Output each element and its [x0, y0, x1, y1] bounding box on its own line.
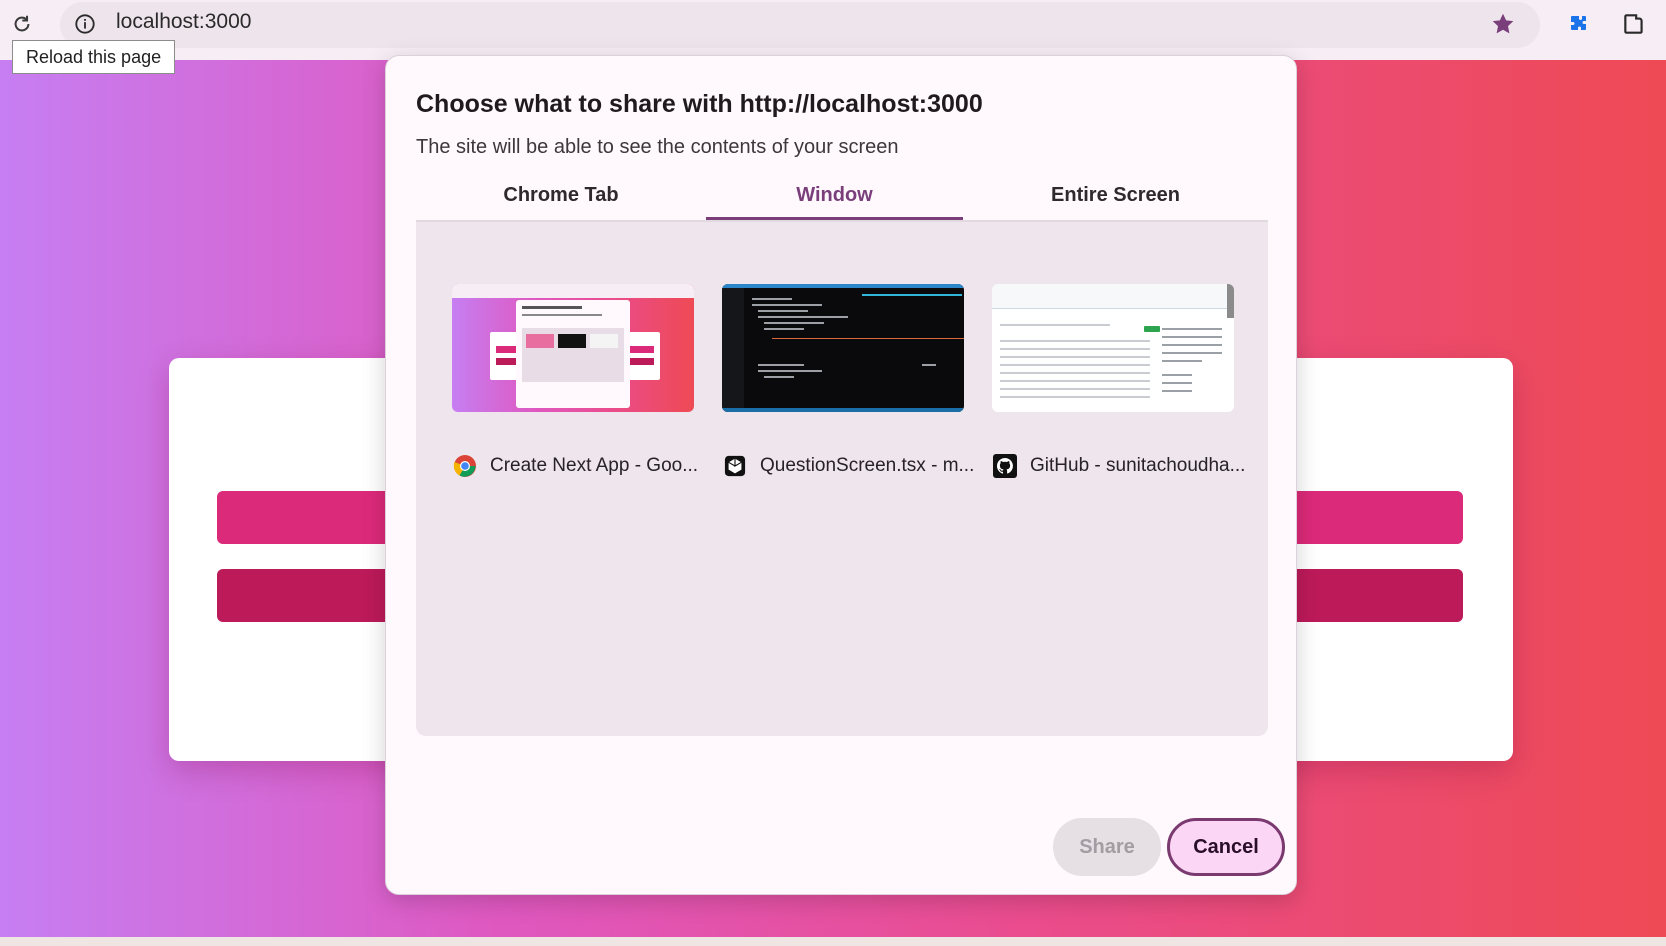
side-panel-icon[interactable]: [1618, 8, 1650, 40]
github-icon: [992, 453, 1018, 479]
window-title: GitHub - sunitachoudha...: [1030, 455, 1246, 476]
window-title: Create Next App - Goo...: [490, 455, 699, 476]
window-tile-create-next-app[interactable]: Create Next App - Goo...: [452, 284, 698, 477]
page-footer-strip: [0, 937, 1666, 946]
window-thumbnail: [722, 284, 964, 412]
url-text[interactable]: localhost:3000: [116, 10, 251, 34]
window-thumbnail: [452, 284, 694, 412]
tab-window[interactable]: Window: [706, 176, 963, 220]
dialog-subtitle: The site will be able to see the content…: [416, 136, 899, 158]
tab-entire-screen[interactable]: Entire Screen: [963, 176, 1268, 220]
tab-chrome-tab[interactable]: Chrome Tab: [416, 176, 706, 220]
chrome-icon: [452, 453, 478, 479]
reload-tooltip: Reload this page: [12, 40, 176, 74]
screen-share-dialog: Choose what to share with http://localho…: [385, 55, 1297, 895]
site-info-icon[interactable]: [72, 11, 98, 37]
share-button[interactable]: Share: [1053, 818, 1161, 876]
address-bar[interactable]: [60, 2, 1540, 48]
cursor-editor-icon: [722, 453, 748, 479]
window-tile-github[interactable]: GitHub - sunitachoudha...: [992, 284, 1245, 478]
reload-icon[interactable]: [6, 8, 38, 40]
cancel-button[interactable]: Cancel: [1167, 818, 1285, 876]
window-title: QuestionScreen.tsx - m...: [760, 455, 975, 476]
window-list-panel: Create Next App - Goo... QuestionScreen.…: [416, 222, 1268, 736]
browser-toolbar: localhost:3000: [0, 0, 1666, 60]
window-tile-question-screen[interactable]: QuestionScreen.tsx - m...: [722, 284, 974, 477]
extensions-puzzle-icon[interactable]: [1564, 10, 1594, 40]
share-tabs: Chrome Tab Window Entire Screen: [416, 176, 1268, 222]
bookmark-star-icon[interactable]: [1488, 9, 1518, 39]
dialog-title: Choose what to share with http://localho…: [416, 90, 983, 118]
window-thumbnail: [992, 284, 1234, 412]
